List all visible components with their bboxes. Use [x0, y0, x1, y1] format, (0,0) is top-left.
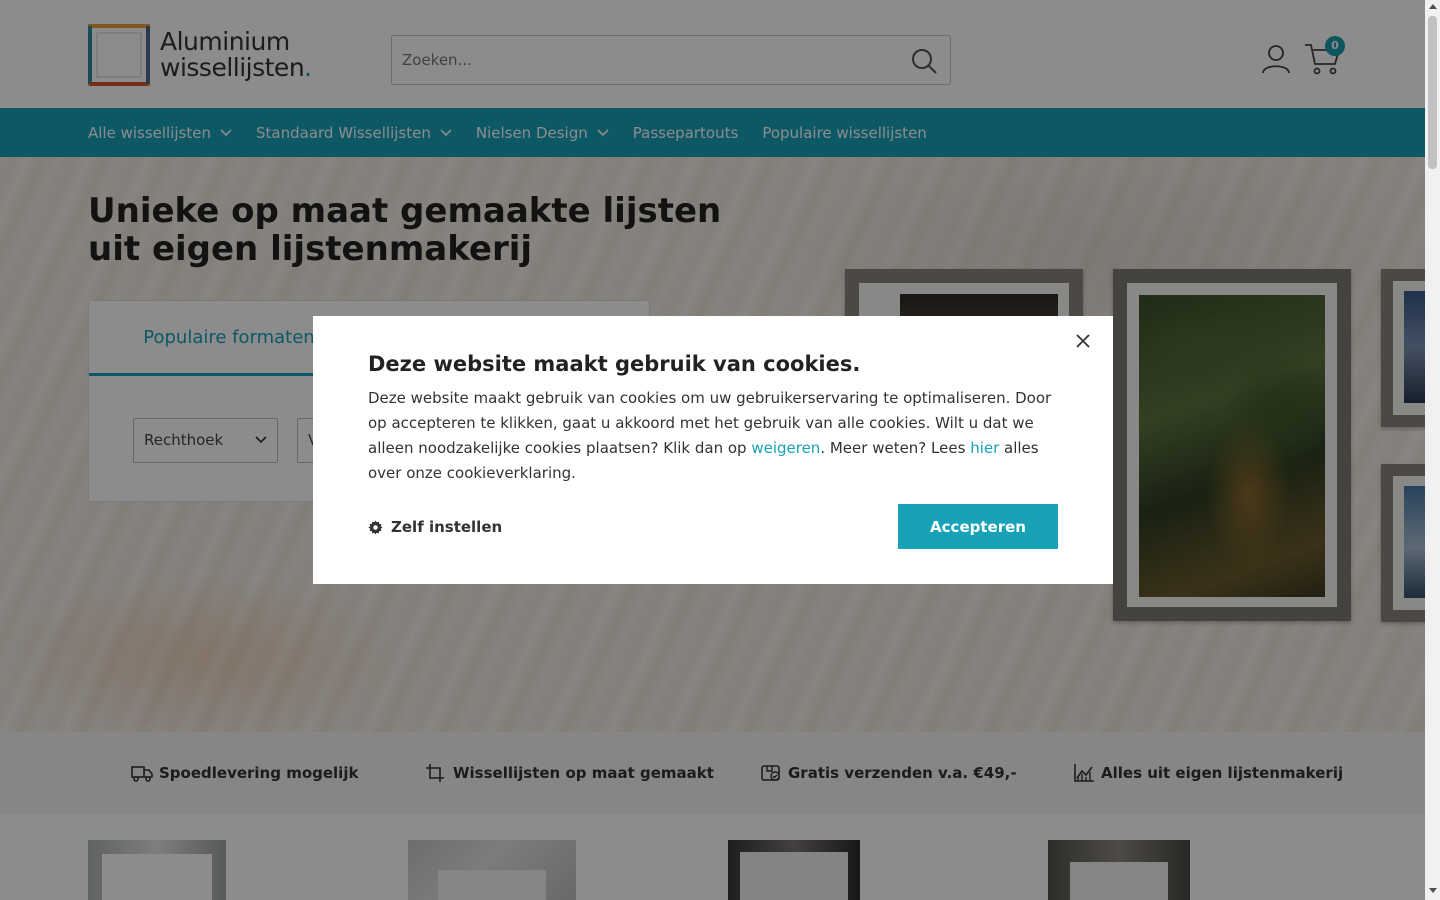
scroll-up-arrow-icon[interactable] — [1429, 4, 1437, 9]
cookie-modal-text: Deze website maakt gebruik van cookies o… — [368, 386, 1068, 486]
refuse-link[interactable]: weigeren — [751, 439, 820, 457]
cookie-text-part: . Meer weten? Lees — [820, 439, 971, 457]
scroll-down-arrow-icon[interactable] — [1429, 888, 1437, 893]
cookie-modal: Deze website maakt gebruik van cookies. … — [313, 316, 1113, 584]
cookie-settings-label: Zelf instellen — [391, 518, 503, 536]
cookie-policy-link[interactable]: hier — [970, 439, 999, 457]
page-scrollbar[interactable] — [1425, 0, 1440, 900]
gear-icon — [368, 519, 383, 535]
accept-cookies-button[interactable]: Accepteren — [898, 504, 1058, 549]
cookie-settings-button[interactable]: Zelf instellen — [368, 518, 502, 536]
close-icon[interactable] — [1073, 331, 1093, 351]
cookie-modal-title: Deze website maakt gebruik van cookies. — [368, 352, 861, 376]
scrollbar-thumb[interactable] — [1428, 16, 1437, 169]
